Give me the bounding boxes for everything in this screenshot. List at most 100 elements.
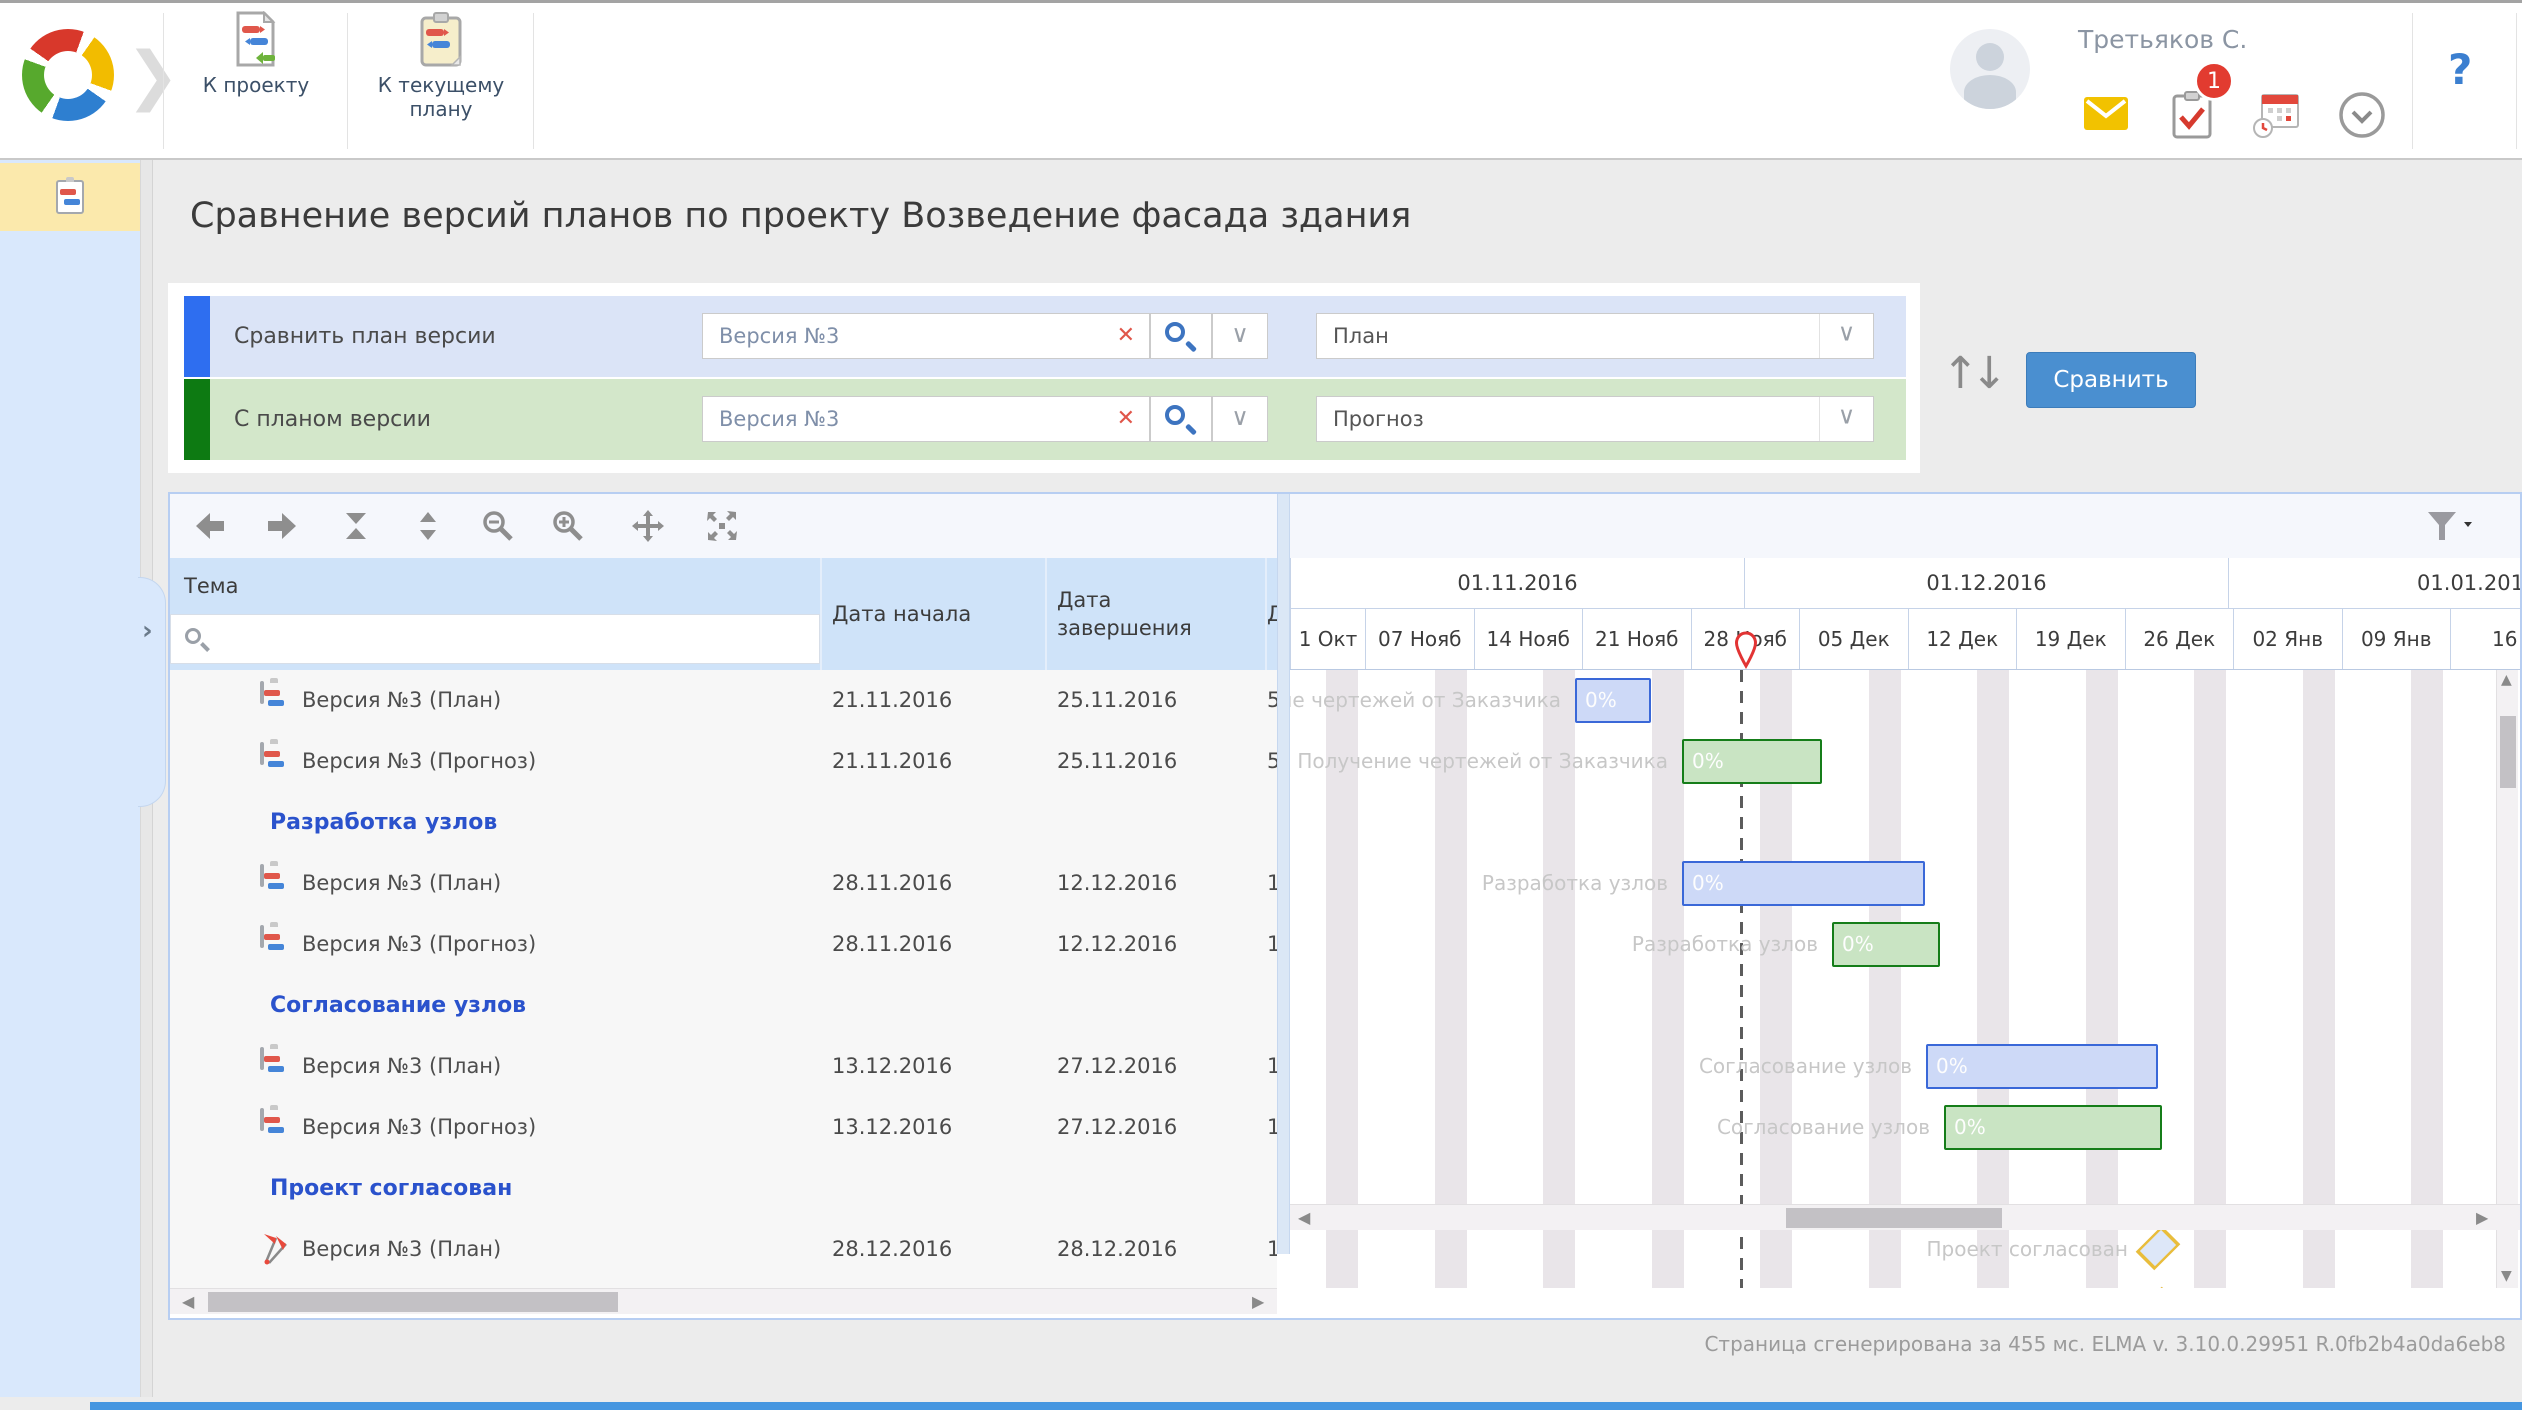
user-avatar[interactable] [1950, 29, 2030, 109]
messages-icon[interactable] [2084, 97, 2128, 130]
gantt-week-label: 12 Дек [1908, 609, 2017, 669]
column-header-duration[interactable]: Д [1267, 558, 1277, 670]
row-title: Версия №3 (Прогноз) [302, 731, 536, 792]
plan-version-icon [260, 1110, 264, 1129]
table-row[interactable]: Версия №3 (План)28.12.201628.12.20161 [170, 1219, 1277, 1280]
green-color-bar [184, 379, 210, 460]
scrollbar-thumb[interactable] [1786, 1208, 2002, 1228]
weekend-stripe [2194, 670, 2226, 1288]
scrollbar-up-arrow[interactable]: ▲ [2501, 672, 2512, 688]
scroll-right-icon[interactable] [266, 510, 298, 542]
group-row[interactable]: Разработка узлов [170, 792, 1277, 853]
row-duration: 5 [1267, 670, 1277, 731]
swap-versions-button[interactable]: ↑↓ [1942, 348, 2002, 408]
gantt-bar-green[interactable]: 0% [1944, 1105, 2162, 1150]
blue-color-bar [184, 296, 210, 377]
scrollbar-thumb[interactable] [2500, 716, 2516, 788]
to-current-plan-label: К текущему плану [361, 73, 521, 121]
version1-dropdown-button[interactable]: ∨ [1212, 313, 1268, 359]
gantt-bar-label: Получение чертежей от Заказчика [1290, 670, 1561, 731]
version2-search-button[interactable] [1150, 396, 1212, 442]
current-plan-clipboard-icon [418, 11, 464, 67]
gantt-bar-blue[interactable]: 0% [1926, 1044, 2158, 1089]
gantt-horizontal-scrollbar[interactable]: ◀ ▶ [1290, 1204, 2520, 1230]
scrollbar-right-arrow[interactable]: ▶ [2476, 1208, 2488, 1227]
scrollbar-left-arrow[interactable]: ◀ [1298, 1208, 1310, 1227]
plan-version-icon [260, 683, 264, 702]
compare-document-icon [233, 11, 279, 67]
gantt-vertical-scrollbar[interactable]: ▲▼ [2496, 670, 2518, 1288]
grid-horizontal-scrollbar[interactable]: ◀ ▶ [170, 1288, 1277, 1314]
help-button[interactable]: ? [2448, 45, 2472, 94]
bar-progress-value: 0% [1834, 924, 1938, 965]
fit-screen-icon[interactable] [706, 510, 738, 542]
group-row[interactable]: Проект согласован [170, 1158, 1277, 1219]
version2-input[interactable]: Версия №3 ✕ [702, 396, 1150, 442]
user-name[interactable]: Третьяков С. [2078, 25, 2247, 54]
column-header-start[interactable]: Дата начала [832, 558, 1032, 670]
gantt-week-label: 26 Дек [2125, 609, 2234, 669]
gantt-milestone-diamond[interactable] [2136, 1287, 2181, 1288]
to-project-label: К проекту [203, 73, 309, 97]
clear-icon[interactable]: ✕ [1117, 314, 1135, 358]
plan-type1-select[interactable]: План ∨ [1316, 313, 1874, 359]
collapse-rows-icon[interactable] [340, 510, 372, 542]
elma-logo-icon[interactable] [22, 29, 114, 121]
calendar-icon[interactable] [2252, 93, 2300, 139]
row-end-date: 28.12.2016 [1057, 1280, 1177, 1288]
chevron-down-icon: ∨ [1231, 403, 1249, 431]
version1-input[interactable]: Версия №3 ✕ [702, 313, 1150, 359]
theme-search-input[interactable] [170, 614, 820, 664]
table-row[interactable]: Версия №3 (Прогноз)21.11.201625.11.20165 [170, 731, 1277, 792]
scrollbar-left-arrow[interactable]: ◀ [182, 1292, 194, 1311]
scrollbar-down-arrow[interactable]: ▼ [2501, 1268, 2512, 1284]
more-menu-icon[interactable] [2338, 91, 2386, 139]
gantt-bar-green[interactable]: 0% [1832, 922, 1940, 967]
scrollbar-right-arrow[interactable]: ▶ [1252, 1292, 1264, 1311]
panel-splitter[interactable] [1277, 494, 1290, 1254]
row-title: Версия №3 (План) [302, 1036, 501, 1097]
scrollbar-thumb[interactable] [208, 1292, 618, 1312]
gantt-bar-blue[interactable]: 0% [1575, 678, 1651, 723]
row-start-date: 13.12.2016 [832, 1036, 952, 1097]
column-header-theme[interactable]: Тема [184, 574, 238, 598]
gantt-bar-blue[interactable]: 0% [1682, 861, 1925, 906]
gantt-bar-green[interactable]: 0% [1682, 739, 1822, 784]
zoom-in-icon[interactable] [552, 510, 584, 542]
sidebar-tab-plan-compare[interactable] [0, 163, 140, 231]
to-current-plan-button[interactable]: К текущему плану [349, 11, 533, 153]
to-project-button[interactable]: К проекту [165, 11, 347, 153]
gantt-month-label: 01.11.2016 [1290, 558, 1744, 608]
zoom-out-icon[interactable] [482, 510, 514, 542]
scroll-left-icon[interactable] [194, 510, 226, 542]
weekend-stripe [2086, 670, 2118, 1288]
table-row[interactable]: Версия №3 (Прогноз)13.12.201627.12.20161… [170, 1097, 1277, 1158]
table-row[interactable]: Версия №3 (План)13.12.201627.12.201615 [170, 1036, 1277, 1097]
table-row[interactable]: Версия №3 (План)21.11.201625.11.20165 [170, 670, 1277, 731]
filter-icon[interactable] [2426, 510, 2472, 542]
compare-form: Сравнить план версии Версия №3 ✕ ∨ План … [168, 283, 1920, 473]
group-title: Проект согласован [270, 1158, 512, 1219]
gantt-milestone-diamond[interactable] [2136, 1226, 2181, 1271]
row-end-date: 12.12.2016 [1057, 853, 1177, 914]
row-start-date: 28.12.2016 [832, 1280, 952, 1288]
version1-search-button[interactable] [1150, 313, 1212, 359]
plan-compare-icon [56, 180, 84, 214]
compare-button[interactable]: Сравнить [2026, 352, 2196, 408]
table-row[interactable]: Версия №3 (Прогноз)28.11.201612.12.20161… [170, 914, 1277, 975]
pan-icon[interactable] [632, 510, 664, 542]
gantt-week-label: 05 Дек [1799, 609, 1908, 669]
sidebar-expand-handle[interactable]: › [138, 577, 166, 807]
row-duration: 15 [1267, 1097, 1277, 1158]
group-row[interactable]: Согласование узлов [170, 975, 1277, 1036]
plan-type2-select[interactable]: Прогноз ∨ [1316, 396, 1874, 442]
clear-icon[interactable]: ✕ [1117, 397, 1135, 441]
table-row[interactable]: Версия №3 (План)28.11.201612.12.201615 [170, 853, 1277, 914]
group-title: Разработка узлов [270, 792, 497, 853]
column-header-end[interactable]: Дата завершения [1057, 558, 1207, 670]
version2-dropdown-button[interactable]: ∨ [1212, 396, 1268, 442]
expand-rows-icon[interactable] [412, 510, 444, 542]
plan-type2-value: Прогноз [1333, 407, 1424, 431]
table-row[interactable]: Версия №3 (Прогноз)28.12.201628.12.20161 [170, 1280, 1277, 1288]
row-title: Версия №3 (План) [302, 853, 501, 914]
